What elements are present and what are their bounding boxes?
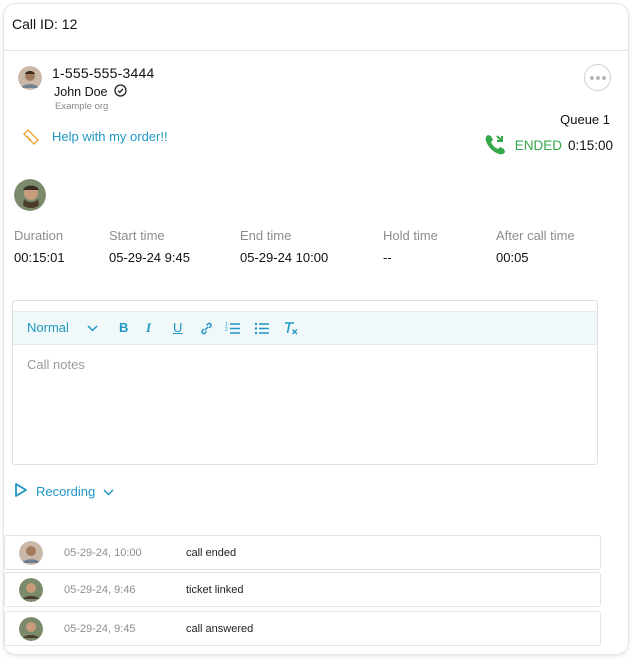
call-status: ENDED 0:15:00 (483, 132, 613, 159)
format-dropdown[interactable]: Normal (27, 320, 98, 335)
call-detail-card: Call ID: 12 1-555-555-3444 John Doe Exam… (4, 4, 628, 654)
stat-value: 00:05 (496, 250, 529, 265)
call-ended-phone-icon (483, 132, 509, 159)
activity-event: call answered (186, 623, 254, 635)
activity-event: call ended (186, 547, 237, 559)
chevron-down-icon (87, 320, 98, 335)
activity-event: ticket linked (186, 584, 244, 596)
more-dot-icon (595, 75, 600, 80)
status-state: ENDED (514, 138, 562, 153)
bold-icon[interactable]: B (119, 320, 128, 335)
queue-label: Queue 1 (560, 112, 610, 127)
italic-icon[interactable]: I (146, 320, 151, 336)
call-notes-editor: Normal B I U 12 Call notes (12, 300, 598, 465)
more-dot-icon (589, 75, 594, 80)
play-icon (14, 482, 28, 501)
agent-avatar (14, 179, 46, 211)
activity-date: 05-29-24, 9:46 (64, 584, 136, 596)
activity-row: 05-29-24, 9:45 call answered (4, 611, 601, 646)
stat-value: -- (383, 250, 392, 265)
underline-icon[interactable]: U (173, 320, 182, 335)
verified-icon (113, 84, 127, 100)
status-duration: 0:15:00 (567, 138, 613, 153)
more-dot-icon (601, 75, 606, 80)
stat-label: Start time (109, 228, 165, 243)
avatar (19, 617, 43, 641)
stat-label: Hold time (383, 228, 438, 243)
stat-value: 05-29-24 10:00 (240, 250, 329, 265)
call-id-title: Call ID: 12 (12, 16, 78, 32)
ticket-icon (22, 128, 40, 151)
clear-format-icon[interactable] (283, 321, 299, 338)
caller-phone: 1-555-555-3444 (52, 65, 155, 81)
activity-date: 05-29-24, 9:45 (64, 623, 136, 635)
format-dropdown-label: Normal (27, 320, 69, 335)
avatar (19, 541, 43, 565)
ticket-link[interactable]: Help with my order!! (52, 129, 168, 144)
activity-row: 05-29-24, 10:00 call ended (4, 535, 601, 570)
caller-avatar (18, 66, 42, 90)
caller-org: Example org (55, 101, 109, 112)
stat-label: End time (240, 228, 292, 243)
stat-label: Duration (14, 228, 64, 243)
stat-label: After call time (496, 228, 575, 243)
more-options-button[interactable] (584, 64, 611, 91)
avatar (19, 578, 43, 602)
caller-name-row: John Doe (54, 84, 127, 100)
call-notes-input[interactable]: Call notes (27, 357, 85, 372)
recording-label: Recording (36, 484, 96, 499)
activity-row: 05-29-24, 9:46 ticket linked (4, 572, 601, 607)
editor-toolbar: Normal B I U 12 (13, 311, 597, 345)
card-header: Call ID: 12 (4, 4, 628, 51)
recording-toggle[interactable]: Recording (14, 482, 114, 501)
chevron-down-icon (103, 484, 114, 499)
caller-name: John Doe (54, 85, 108, 99)
svg-text:2: 2 (225, 327, 228, 333)
activity-date: 05-29-24, 10:00 (64, 547, 142, 559)
stat-value: 05-29-24 9:45 (109, 250, 190, 265)
bullet-list-icon[interactable] (254, 321, 270, 338)
stat-value: 00:15:01 (14, 250, 65, 265)
ordered-list-icon[interactable]: 12 (225, 321, 241, 338)
link-icon[interactable] (199, 321, 214, 339)
